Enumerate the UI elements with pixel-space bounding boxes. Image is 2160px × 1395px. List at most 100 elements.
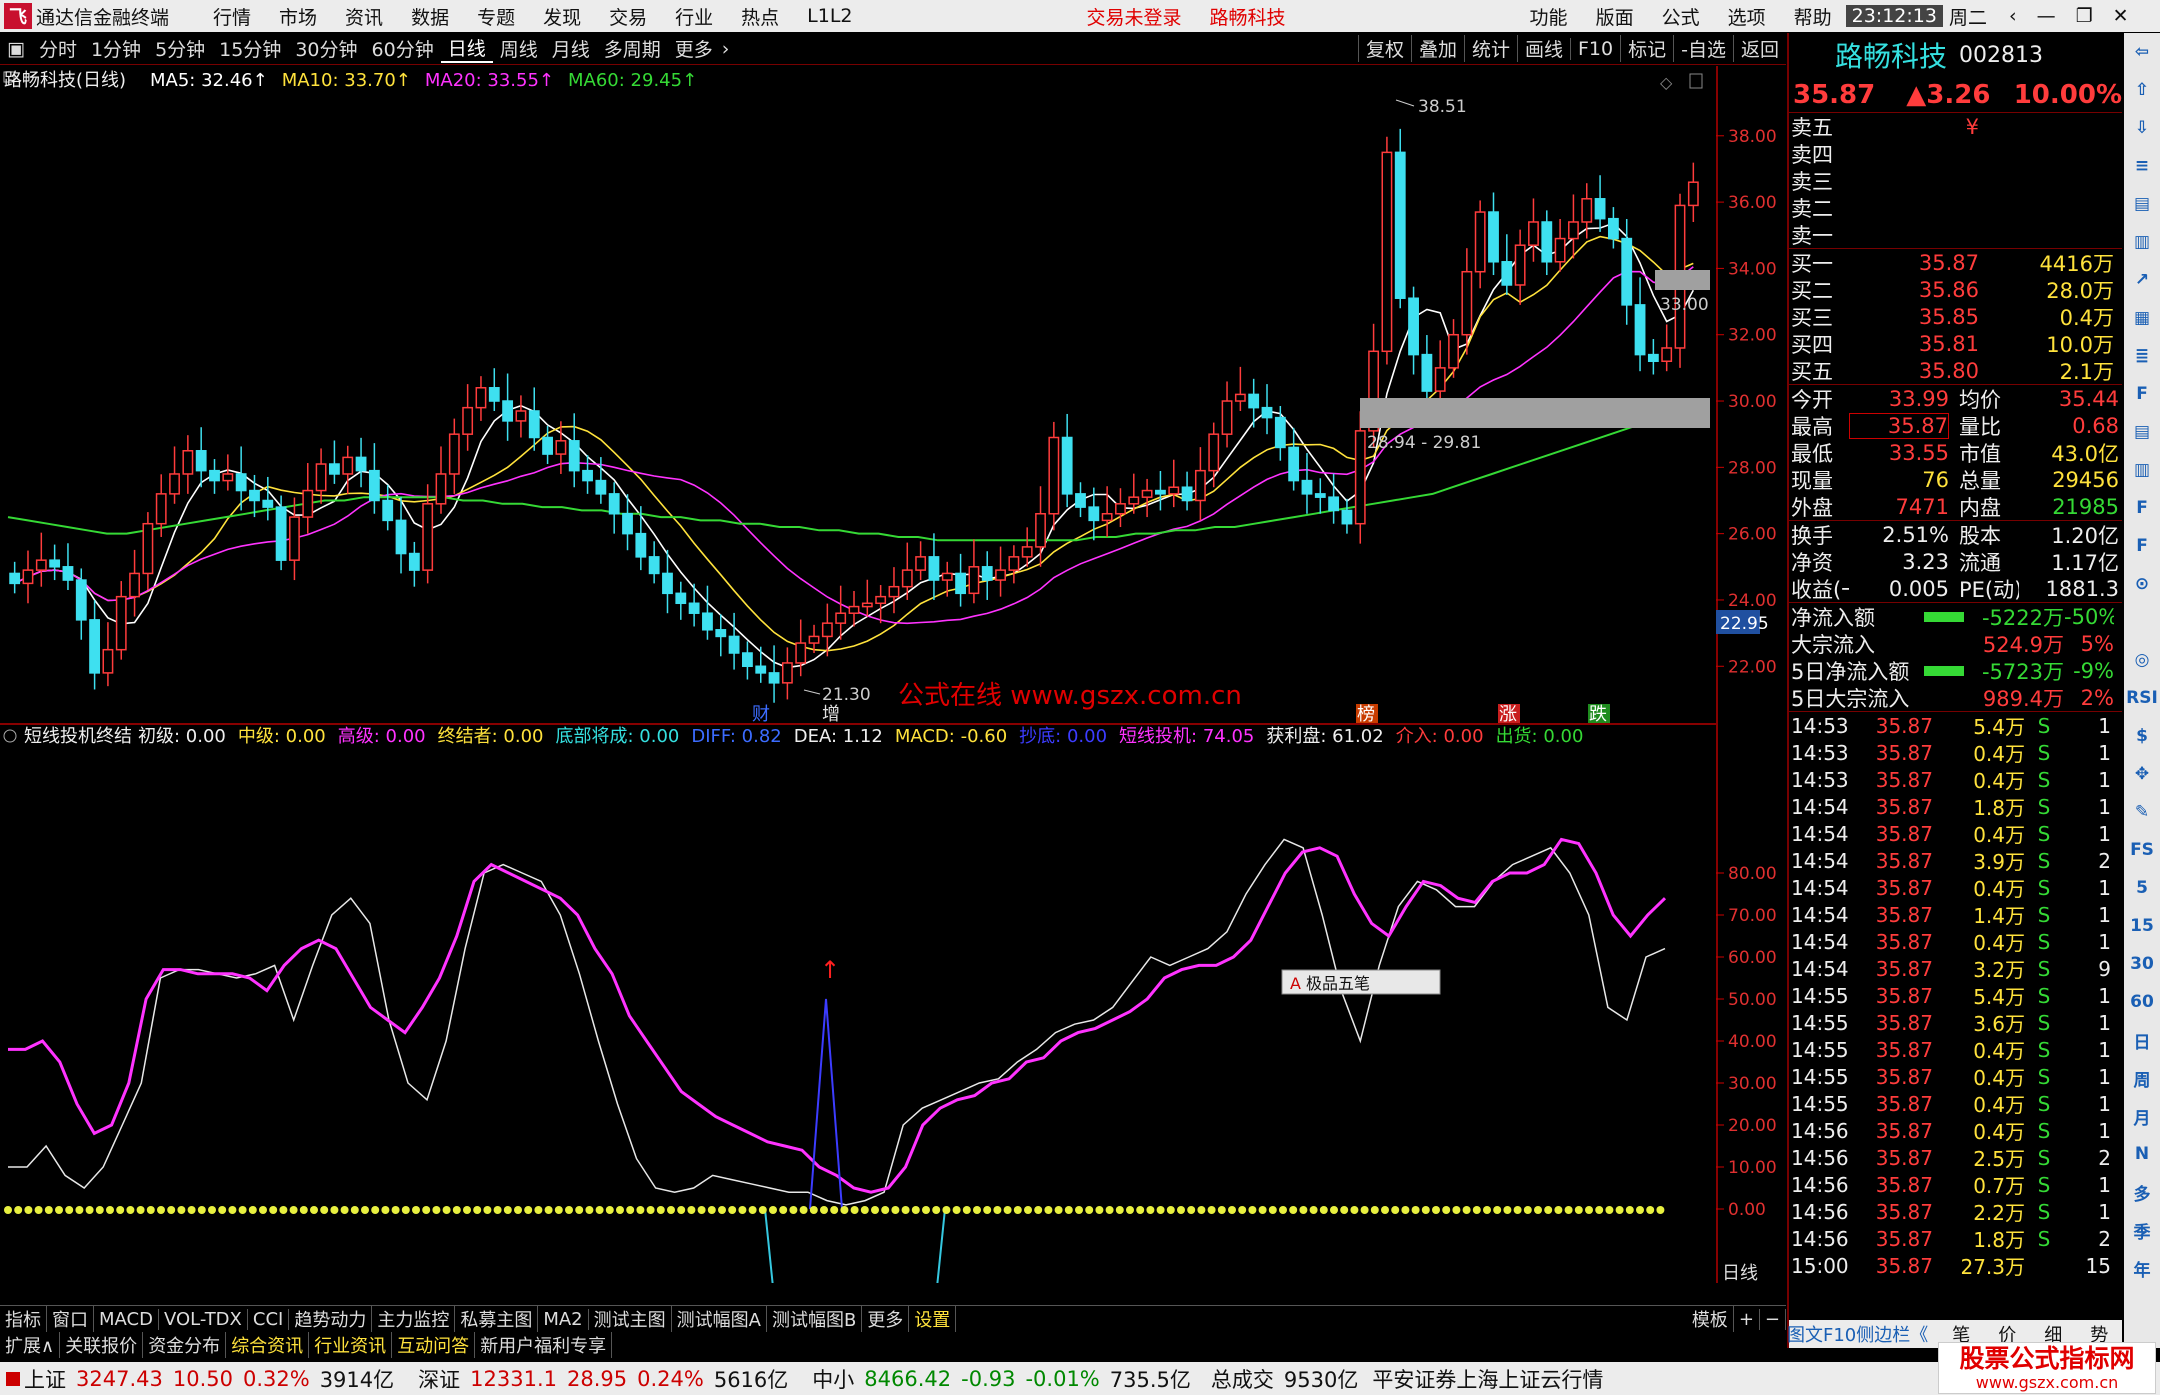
menu-hot[interactable]: 热点 — [741, 3, 779, 30]
sidebar-tool-icon[interactable]: F — [2124, 527, 2160, 565]
btn-stats[interactable]: 统计 — [1463, 35, 1517, 62]
extension-tab[interactable]: 扩展∧ — [0, 1332, 61, 1358]
tick-row[interactable]: 14:55 35.87 0.4万 S 1 — [1789, 1090, 2122, 1118]
ime-popup[interactable]: A 极品五笔 — [1281, 969, 1441, 995]
event-marker-up[interactable]: 涨 — [1499, 704, 1517, 725]
tick-row[interactable]: 14:54 35.87 3.9万 S 2 — [1789, 847, 2122, 875]
sidebar-tool-icon[interactable]: 周 — [2124, 1059, 2160, 1097]
sidebar-tool-icon[interactable]: 月 — [2124, 1097, 2160, 1135]
sell-row[interactable]: 卖四 — [1789, 140, 2122, 167]
sidebar-tool-icon[interactable]: 日 — [2124, 1021, 2160, 1059]
extension-tab[interactable]: 资金分布 — [143, 1332, 227, 1358]
tick-row[interactable]: 14:54 35.87 3.2万 S 9 — [1789, 955, 2122, 983]
diamond-icon[interactable]: ◇ — [1660, 73, 1673, 92]
sidebar-tool-icon[interactable]: ◎ — [2124, 641, 2160, 679]
sidebar-tool-icon[interactable]: 多 — [2124, 1173, 2160, 1211]
menu-quotes[interactable]: 行情 — [213, 3, 251, 30]
sidebar-tool-icon[interactable]: RSI — [2124, 679, 2160, 717]
event-marker-increase[interactable]: 增 — [822, 704, 840, 725]
indicator-tab[interactable]: 指标 — [0, 1306, 47, 1332]
event-marker-finance[interactable]: 财 — [752, 704, 770, 725]
menu-help[interactable]: 帮助 — [1794, 3, 1832, 30]
tick-row[interactable]: 14:54 35.87 0.4万 S 1 — [1789, 874, 2122, 902]
sidebar-tool-icon[interactable]: ≣ — [2124, 337, 2160, 375]
indicator-tab[interactable]: MA2 — [538, 1308, 589, 1330]
broker-name[interactable]: 平安证券上海上证云行情 — [1372, 1364, 1603, 1394]
indicator-tab[interactable]: 趋势动力 — [289, 1306, 373, 1332]
toolbar-menu-icon[interactable]: ▣ — [0, 38, 32, 60]
restore-icon[interactable]: ❐ — [2076, 5, 2093, 27]
extension-tab[interactable]: 关联报价 — [60, 1332, 144, 1358]
sidebar-tool-icon[interactable]: FS — [2124, 831, 2160, 869]
sidebar-tool-icon[interactable]: 30 — [2124, 945, 2160, 983]
tick-row[interactable]: 14:55 35.87 0.4万 S 1 — [1789, 1063, 2122, 1091]
close-icon[interactable]: ✕ — [2113, 5, 2129, 27]
indicator-tab[interactable]: 测试主图 — [589, 1306, 672, 1332]
btn-sidebar[interactable]: 侧边栏《 — [1856, 1321, 1928, 1347]
sidebar-tool-icon[interactable]: F — [2124, 489, 2160, 527]
tick-row[interactable]: 14:54 35.87 1.8万 S 1 — [1789, 793, 2122, 821]
btn-remove-watch[interactable]: -自选 — [1673, 35, 1733, 62]
sidebar-tool-icon[interactable]: 15 — [2124, 907, 2160, 945]
template-control[interactable]: 模板 — [1687, 1306, 1734, 1332]
btn-draw[interactable]: 画线 — [1516, 35, 1570, 62]
tab-period-30m[interactable]: 30分钟 — [288, 35, 364, 62]
btn-back[interactable]: 返回 — [1732, 35, 1786, 62]
kline-chart[interactable]: 路畅科技(日线) MA5: 32.46↑ MA10: 33.70↑ MA20: 33… — [0, 66, 1716, 1283]
sidebar-tool-icon[interactable]: ✎ — [2124, 793, 2160, 831]
back-icon[interactable]: ‹ — [2009, 5, 2017, 27]
indicator-tab[interactable]: 窗口 — [47, 1306, 94, 1332]
chevron-right-icon[interactable]: › — [720, 38, 732, 60]
sidebar-tool-icon[interactable] — [2124, 603, 2160, 641]
tick-row[interactable]: 14:53 35.87 5.4万 S 1 — [1789, 712, 2122, 740]
btn-mark[interactable]: 标记 — [1620, 35, 1673, 62]
login-status[interactable]: 交易未登录 — [1087, 3, 1182, 30]
event-marker-down[interactable]: 跌 — [1589, 704, 1607, 725]
buy-row[interactable]: 买三 35.85 0.4万 — [1789, 303, 2122, 330]
tick-row[interactable]: 14:53 35.87 0.4万 S 1 — [1789, 739, 2122, 767]
indicator-tab[interactable]: 测试幅图B — [767, 1306, 863, 1332]
sell-row[interactable]: 卖一 — [1789, 221, 2122, 248]
sidebar-tool-icon[interactable]: 季 — [2124, 1211, 2160, 1249]
indicator-tab[interactable]: 更多 — [862, 1306, 910, 1332]
tick-row[interactable]: 14:54 35.87 1.4万 S 1 — [1789, 901, 2122, 929]
extension-tab[interactable]: 行业资讯 — [309, 1332, 393, 1358]
tick-row[interactable]: 14:56 35.87 1.8万 S 2 — [1789, 1225, 2122, 1253]
sidebar-tool-icon[interactable]: 60 — [2124, 983, 2160, 1021]
buy-row[interactable]: 买二 35.86 28.0万 — [1789, 276, 2122, 303]
sell-row[interactable]: 卖五 ¥ — [1789, 113, 2122, 140]
sidebar-tool-icon[interactable]: 5 — [2124, 869, 2160, 907]
indicator-tab[interactable]: 私募主图 — [455, 1306, 539, 1332]
buy-row[interactable]: 买一 35.87 4416万 — [1789, 249, 2122, 276]
sidebar-tool-icon[interactable]: $ — [2124, 717, 2160, 755]
sidebar-tool-icon[interactable]: ▤ — [2124, 413, 2160, 451]
extension-tab[interactable]: 新用户福利专享 — [475, 1332, 613, 1358]
tab-period-1m[interactable]: 1分钟 — [84, 35, 148, 62]
sidebar-tool-icon[interactable]: 年 — [2124, 1249, 2160, 1287]
sidebar-tool-icon[interactable]: N — [2124, 1135, 2160, 1173]
sidebar-tool-icon[interactable]: ↗ — [2124, 261, 2160, 299]
sidebar-tool-icon[interactable]: ≡ — [2124, 147, 2160, 185]
zx-label[interactable]: 中小 — [812, 1364, 854, 1394]
tab-period-day[interactable]: 日线 — [440, 34, 493, 63]
tick-row[interactable]: 14:56 35.87 2.2万 S 1 — [1789, 1198, 2122, 1226]
menu-discover[interactable]: 发现 — [543, 3, 581, 30]
extension-tab[interactable]: 互动问答 — [392, 1332, 476, 1358]
btn-overlay[interactable]: 叠加 — [1410, 35, 1464, 62]
tick-row[interactable]: 14:54 35.87 0.4万 S 1 — [1789, 928, 2122, 956]
menu-l1l2[interactable]: L1L2 — [807, 5, 852, 27]
indicator-tab[interactable]: VOL-TDX — [159, 1308, 248, 1330]
tab-period-month[interactable]: 月线 — [545, 35, 597, 62]
menu-options[interactable]: 选项 — [1728, 3, 1766, 30]
tab-period-5m[interactable]: 5分钟 — [148, 35, 212, 62]
sidebar-tool-icon[interactable]: ▦ — [2124, 299, 2160, 337]
sidebar-tool-icon[interactable]: ⊙ — [2124, 565, 2160, 603]
sh-label[interactable]: 上证 — [24, 1364, 66, 1394]
brand-badge[interactable]: 股票公式指标网 www.gszx.com.cn — [1938, 1342, 2156, 1394]
sidebar-tool-icon[interactable]: ⇦ — [2124, 33, 2160, 71]
menu-formula[interactable]: 公式 — [1662, 3, 1700, 30]
menu-layout[interactable]: 版面 — [1596, 3, 1634, 30]
indicator-tab[interactable]: 设置 — [909, 1306, 957, 1332]
menu-topics[interactable]: 专题 — [477, 3, 515, 30]
sidebar-tool-icon[interactable]: ▥ — [2124, 223, 2160, 261]
